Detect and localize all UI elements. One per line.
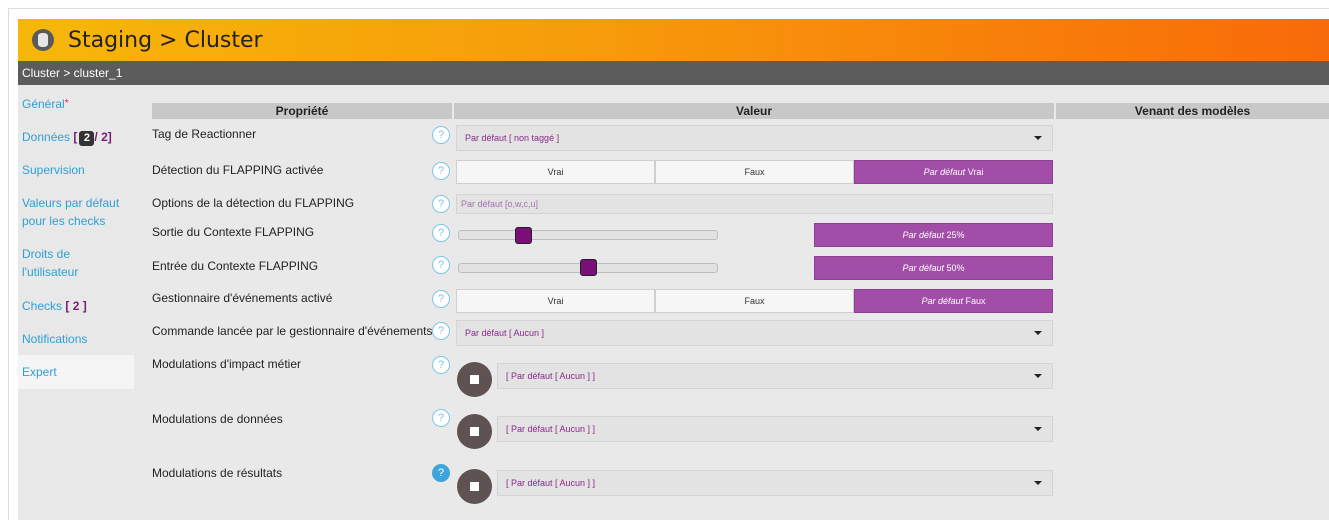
caret-down-icon bbox=[1034, 331, 1042, 335]
toggle-list-button[interactable] bbox=[457, 362, 492, 397]
select-value: Par défaut [ non taggé ] bbox=[465, 133, 560, 143]
label-modulations-impact: Modulations d'impact métier bbox=[152, 357, 302, 371]
sidebar-item-supervision[interactable]: Supervision bbox=[18, 161, 134, 179]
help-icon[interactable]: ? bbox=[432, 224, 450, 242]
help-icon[interactable]: ? bbox=[432, 290, 450, 308]
database-icon bbox=[32, 29, 54, 51]
label-flapping-options: Options de la détection du FLAPPING bbox=[152, 196, 355, 210]
help-icon[interactable]: ? bbox=[432, 195, 450, 213]
help-icon[interactable]: ? bbox=[432, 256, 450, 274]
option-default[interactable]: Par défaut Faux bbox=[854, 289, 1053, 313]
label-sortie-contexte: Sortie du Contexte FLAPPING bbox=[152, 225, 315, 239]
default-prefix: Par défaut bbox=[923, 167, 966, 177]
label-entree-contexte: Entrée du Contexte FLAPPING bbox=[152, 259, 319, 273]
select-value: Par défaut [ Aucun ] bbox=[465, 328, 545, 338]
caret-down-icon bbox=[1034, 136, 1042, 140]
default-value: 50% bbox=[946, 263, 965, 273]
sidebar-item-notifications[interactable]: Notifications bbox=[18, 330, 134, 348]
sidebar: Général* Données [2/ 2] Supervision Vale… bbox=[18, 85, 134, 520]
default-value: 25% bbox=[946, 230, 965, 240]
bracket-close: ] bbox=[107, 130, 112, 144]
help-icon[interactable]: ? bbox=[432, 356, 450, 374]
default-prefix: Par défaut bbox=[902, 263, 944, 273]
entree-default-button[interactable]: Par défaut 50% bbox=[814, 256, 1053, 280]
label-modulations-donnees: Modulations de données bbox=[152, 412, 283, 426]
column-header-propriete: Propriété bbox=[152, 103, 452, 119]
event-command-select[interactable]: Par défaut [ Aucun ] bbox=[456, 320, 1053, 346]
sidebar-item-donnees[interactable]: Données [2/ 2] bbox=[18, 128, 134, 146]
count-separator: / bbox=[94, 130, 98, 144]
column-header-modeles: Venant des modèles bbox=[1056, 103, 1329, 119]
sidebar-item-label: Général bbox=[22, 97, 65, 111]
sidebar-item-general[interactable]: Général* bbox=[18, 95, 134, 113]
sortie-default-button[interactable]: Par défaut 25% bbox=[814, 223, 1053, 247]
label-tag-reactionner: Tag de Reactionner bbox=[152, 127, 257, 141]
default-value: Vrai bbox=[967, 167, 984, 177]
select-value: [ Par défaut [ Aucun ] ] bbox=[506, 424, 596, 434]
title-bar: Staging > Cluster bbox=[18, 19, 1329, 61]
option-vrai[interactable]: Vrai bbox=[456, 289, 655, 313]
sidebar-item-expert[interactable]: Expert bbox=[18, 355, 134, 389]
label-flapping-detection: Détection du FLAPPING activée bbox=[152, 163, 324, 177]
label-modulations-resultats: Modulations de résultats bbox=[152, 466, 283, 480]
option-faux[interactable]: Faux bbox=[655, 289, 854, 313]
option-vrai[interactable]: Vrai bbox=[456, 160, 655, 184]
default-prefix: Par défaut bbox=[902, 230, 944, 240]
caret-down-icon bbox=[1034, 481, 1042, 485]
event-handler-toggle: Vrai Faux Par défaut Faux bbox=[456, 289, 1053, 313]
business-impact-modulations-select[interactable]: [ Par défaut [ Aucun ] ] bbox=[497, 363, 1053, 389]
required-marker: * bbox=[64, 98, 69, 109]
flapping-detection-toggle: Vrai Faux Par défaut Vrai bbox=[456, 160, 1053, 184]
breadcrumb[interactable]: Cluster > cluster_1 bbox=[18, 61, 1329, 85]
data-count-badge: 2 bbox=[79, 131, 95, 146]
entree-slider-handle[interactable] bbox=[579, 259, 597, 276]
bracket-open: [ bbox=[73, 130, 78, 144]
caret-down-icon bbox=[1034, 427, 1042, 431]
toggle-list-button[interactable] bbox=[457, 469, 492, 504]
label-gestionnaire-evenements: Gestionnaire d'événements activé bbox=[152, 291, 333, 305]
sidebar-item-label: Données bbox=[22, 130, 71, 144]
page-title: Staging > Cluster bbox=[68, 27, 263, 53]
label-commande-gestionnaire: Commande lancée par le gestionnaire d'év… bbox=[152, 324, 433, 338]
option-faux[interactable]: Faux bbox=[655, 160, 854, 184]
flapping-options-input[interactable]: Par défaut [o,w,c,u] bbox=[456, 194, 1053, 214]
help-icon[interactable]: ? bbox=[432, 409, 450, 427]
result-modulations-select[interactable]: [ Par défaut [ Aucun ] ] bbox=[497, 470, 1053, 496]
reactionner-tag-select[interactable]: Par défaut [ non taggé ] bbox=[456, 125, 1053, 151]
column-header-valeur: Valeur bbox=[454, 103, 1054, 119]
sortie-slider-handle[interactable] bbox=[514, 227, 532, 244]
help-icon[interactable]: ? bbox=[432, 162, 450, 180]
data-total-count: 2 bbox=[101, 130, 108, 144]
sidebar-item-label: Checks bbox=[22, 299, 63, 313]
help-icon[interactable]: ? bbox=[432, 126, 450, 144]
data-modulations-select[interactable]: [ Par défaut [ Aucun ] ] bbox=[497, 416, 1053, 442]
toggle-list-button[interactable] bbox=[457, 414, 492, 449]
select-value: [ Par défaut [ Aucun ] ] bbox=[506, 478, 596, 488]
select-value: [ Par défaut [ Aucun ] ] bbox=[506, 371, 596, 381]
sidebar-item-valeurs-par-defaut[interactable]: Valeurs par défaut pour les checks bbox=[18, 194, 130, 230]
help-icon[interactable]: ? bbox=[432, 464, 450, 482]
help-icon[interactable]: ? bbox=[432, 322, 450, 340]
sortie-slider-track[interactable] bbox=[458, 230, 718, 240]
sidebar-item-checks[interactable]: Checks [ 2 ] bbox=[18, 297, 134, 315]
option-default[interactable]: Par défaut Vrai bbox=[854, 160, 1053, 184]
caret-down-icon bbox=[1034, 374, 1042, 378]
checks-count: [ 2 ] bbox=[65, 299, 87, 313]
default-value: Faux bbox=[965, 296, 986, 306]
sidebar-item-droits[interactable]: Droits de l'utilisateur bbox=[18, 245, 118, 281]
default-prefix: Par défaut bbox=[921, 296, 963, 306]
